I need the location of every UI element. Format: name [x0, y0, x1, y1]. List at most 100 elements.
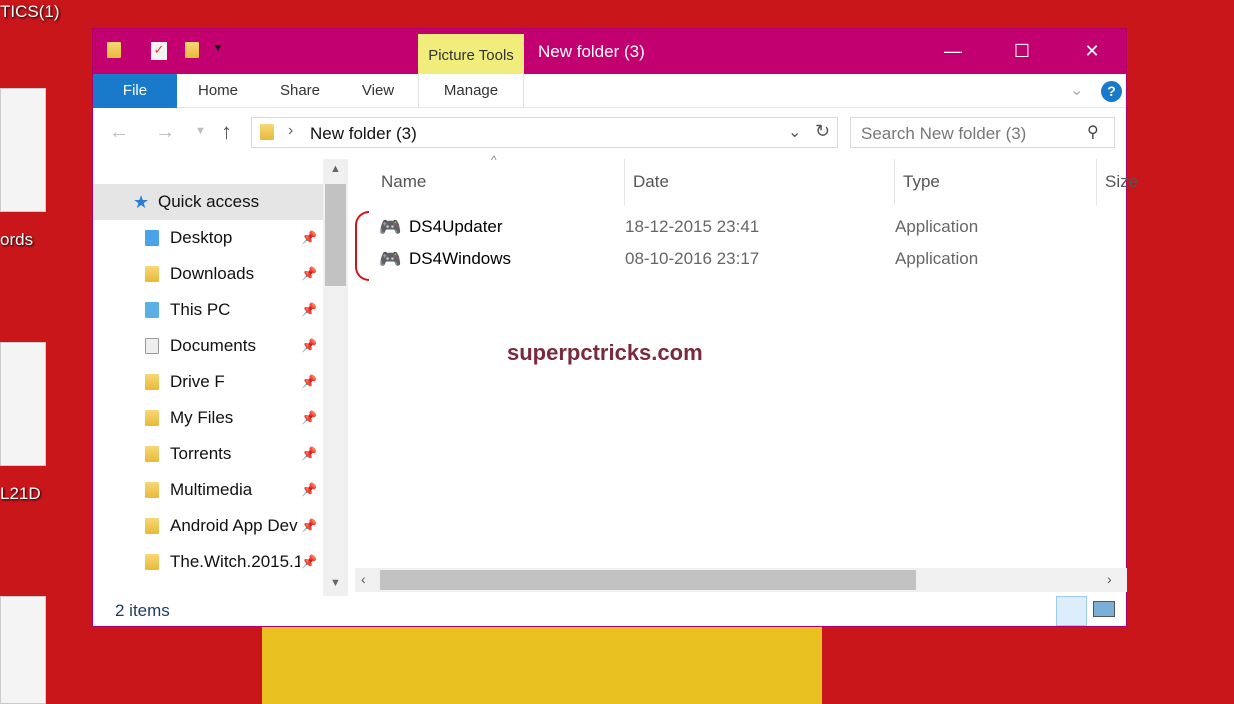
file-row[interactable]: 🎮 DS4Updater 18-12-2015 23:41 Applicatio… — [353, 211, 1113, 243]
nav-label: Android App Dev — [170, 516, 298, 535]
gamepad-icon: 🎮 — [379, 216, 402, 237]
desktop-icon-label[interactable]: L21D — [0, 484, 41, 504]
column-header-size[interactable]: Size — [1097, 159, 1138, 205]
pin-icon[interactable]: 📌 — [301, 374, 317, 390]
nav-label: Multimedia — [170, 480, 253, 499]
forward-button[interactable]: → — [155, 121, 175, 144]
pin-icon[interactable]: 📌 — [301, 482, 317, 498]
address-path[interactable]: New folder (3) — [310, 124, 417, 144]
column-header-date[interactable]: Date — [625, 159, 895, 205]
up-button[interactable]: ↑ — [221, 119, 232, 145]
nav-item-documents[interactable]: Documents 📌 — [93, 328, 323, 364]
nav-label: Documents — [170, 336, 256, 355]
recent-locations-icon[interactable]: ▼ — [195, 125, 206, 137]
picture-tools-tab: Picture Tools — [418, 34, 524, 74]
nav-label: This PC — [170, 300, 231, 319]
refresh-icon[interactable]: ↻ — [815, 121, 830, 142]
status-item-count: 2 items — [115, 601, 170, 620]
pin-icon[interactable]: 📌 — [301, 410, 317, 426]
nav-quick-access[interactable]: ★ Quick access — [93, 184, 323, 220]
address-bar[interactable]: › New folder (3) ⌄ ↻ — [251, 117, 838, 148]
scroll-thumb[interactable] — [325, 184, 346, 286]
file-name: DS4Windows — [409, 249, 512, 268]
pin-icon[interactable]: 📌 — [301, 554, 317, 570]
folder-icon — [145, 482, 159, 498]
nav-item-android-app-dev[interactable]: Android App Dev 📌 — [93, 508, 323, 544]
back-button[interactable]: ← — [109, 121, 129, 144]
desktop-icon-label[interactable]: ords — [0, 230, 33, 250]
navigation-pane: ★ Quick access Desktop 📌 Downloads 📌 This … — [93, 184, 323, 596]
pin-icon[interactable]: 📌 — [301, 518, 317, 534]
file-row[interactable]: 🎮 DS4Windows 08-10-2016 23:17 Applicatio… — [353, 243, 1113, 275]
column-header-name[interactable]: Name — [373, 159, 625, 205]
desktop-file-icon[interactable] — [0, 88, 46, 212]
tab-share[interactable]: Share — [265, 74, 335, 108]
scroll-thumb[interactable] — [380, 570, 916, 590]
desktop-icon-label[interactable]: TICS(1) — [0, 2, 60, 22]
pin-icon[interactable]: 📌 — [301, 338, 317, 354]
nav-label: Torrents — [170, 444, 232, 463]
maximize-button[interactable]: ☐ — [999, 29, 1045, 74]
nav-item-desktop[interactable]: Desktop 📌 — [93, 220, 323, 256]
pin-icon[interactable]: 📌 — [301, 230, 317, 246]
nav-item-torrents[interactable]: Torrents 📌 — [93, 436, 323, 472]
nav-item-the-witch[interactable]: The.Witch.2015.1 📌 — [93, 544, 323, 580]
star-icon: ★ — [133, 191, 150, 212]
wallpaper-figure — [262, 627, 822, 704]
folder-icon — [145, 446, 159, 462]
nav-item-this-pc[interactable]: This PC 📌 — [93, 292, 323, 328]
computer-icon — [145, 302, 159, 318]
tab-home[interactable]: Home — [183, 74, 253, 108]
ribbon-tabs: File Home Share View Manage ⌄ ? — [93, 74, 1126, 108]
help-icon[interactable]: ? — [1101, 81, 1122, 102]
properties-icon[interactable]: ✓ — [151, 42, 167, 60]
tab-view[interactable]: View — [343, 74, 413, 108]
nav-scrollbar[interactable]: ▲ ▼ — [323, 159, 348, 596]
tab-file[interactable]: File — [93, 74, 177, 108]
nav-label: Quick access — [158, 192, 260, 211]
minimize-button[interactable]: — — [930, 29, 976, 74]
window-title: New folder (3) — [538, 42, 645, 61]
downloads-icon — [145, 266, 159, 282]
gamepad-icon: 🎮 — [379, 248, 402, 269]
folder-icon — [145, 374, 159, 390]
search-input[interactable]: Search New folder (3) — [861, 124, 1026, 144]
folder-icon — [260, 124, 274, 140]
pin-icon[interactable]: 📌 — [301, 446, 317, 462]
chevron-down-icon[interactable]: ⌄ — [788, 122, 801, 142]
horizontal-scrollbar[interactable]: ‹ › — [355, 568, 1127, 592]
file-type: Application — [895, 249, 979, 268]
desktop-spreadsheet-icon[interactable] — [0, 342, 46, 466]
documents-icon — [145, 338, 159, 354]
large-icons-view-button[interactable] — [1093, 601, 1115, 617]
nav-item-multimedia[interactable]: Multimedia 📌 — [93, 472, 323, 508]
nav-label: The.Witch.2015.1 — [170, 552, 300, 571]
tab-manage[interactable]: Manage — [418, 74, 524, 108]
nav-label: Downloads — [170, 264, 255, 283]
expand-ribbon-icon[interactable]: ⌄ — [1070, 80, 1083, 100]
nav-item-my-files[interactable]: My Files 📌 — [93, 400, 323, 436]
pin-icon[interactable]: 📌 — [301, 302, 317, 318]
new-folder-icon[interactable] — [185, 42, 199, 58]
folder-icon — [145, 518, 159, 534]
desktop-file-icon[interactable] — [0, 596, 46, 704]
file-name: DS4Updater — [409, 217, 503, 236]
folder-icon — [107, 42, 121, 58]
close-button[interactable]: ✕ — [1069, 29, 1115, 74]
nav-item-downloads[interactable]: Downloads 📌 — [93, 256, 323, 292]
nav-label: My Files — [170, 408, 234, 427]
desktop-icon — [145, 230, 159, 246]
customize-toolbar-icon[interactable]: ▼ — [213, 43, 223, 54]
pin-icon[interactable]: 📌 — [301, 266, 317, 282]
search-icon: ⚲ — [1087, 124, 1099, 141]
chevron-right-icon: › — [288, 122, 294, 139]
search-box[interactable]: Search New folder (3) ⚲ — [850, 117, 1115, 148]
details-view-button[interactable] — [1056, 596, 1087, 626]
nav-label: Desktop — [170, 228, 233, 247]
nav-label: Drive F — [170, 372, 225, 391]
watermark: superpctricks.com — [507, 340, 703, 365]
nav-item-drive-f[interactable]: Drive F 📌 — [93, 364, 323, 400]
file-date: 18-12-2015 23:41 — [625, 217, 760, 236]
column-header-type[interactable]: Type — [895, 159, 1097, 205]
folder-icon — [145, 410, 159, 426]
